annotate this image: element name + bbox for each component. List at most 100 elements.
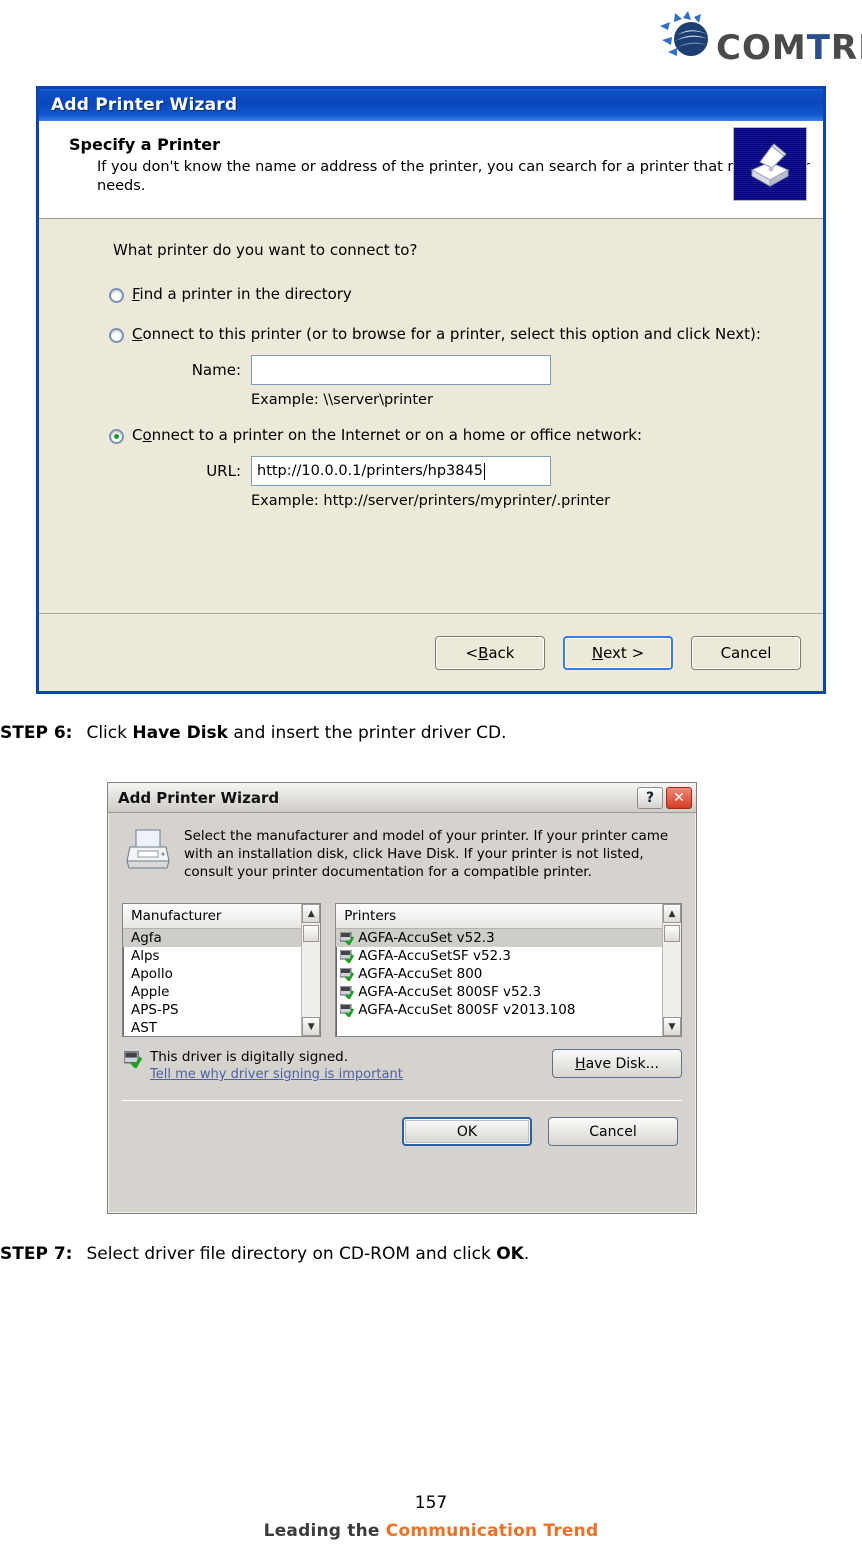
comtrend-globe-icon (660, 11, 708, 56)
have-disk-button[interactable]: Have Disk... (552, 1049, 682, 1078)
list-item[interactable]: APS-PS (123, 1001, 320, 1019)
list-item[interactable]: Apollo (123, 965, 320, 983)
list-item[interactable]: AGFA-AccuSetSF v52.3 (336, 947, 681, 965)
close-icon[interactable]: ✕ (666, 786, 692, 809)
radio-option-connect-internet[interactable]: Connect to a printer on the Internet or … (109, 426, 823, 444)
url-label: URL: (206, 462, 241, 480)
radio-label-find-directory: Find a printer in the directory (132, 285, 352, 303)
radio-button-connect-internet[interactable] (109, 429, 124, 444)
list-item-label: AGFA-AccuSet 800SF v2013.108 (358, 1002, 576, 1018)
dialog1-footer: < Back Next > Cancel (39, 613, 823, 691)
step-7-text-post: . (523, 1244, 530, 1264)
list-item[interactable]: AGFA-AccuSet 800SF v2013.108 (336, 1001, 681, 1019)
step-6-instruction: STEP 6: Click Have Disk and insert the pr… (0, 723, 507, 743)
cancel-button[interactable]: Cancel (691, 635, 801, 670)
radio-label-connect-this-printer: Connect to this printer (or to browse fo… (132, 325, 761, 343)
radio-label-connect-internet: Connect to a printer on the Internet or … (132, 426, 642, 444)
add-printer-wizard-dialog-2: Add Printer Wizard ? ✕ Select the manufa… (107, 782, 697, 1214)
radio-option-connect-this-printer[interactable]: Connect to this printer (or to browse fo… (109, 325, 823, 343)
driver-signing-link[interactable]: Tell me why driver signing is important (150, 1067, 552, 1082)
url-example-text: Example: http://server/printers/myprinte… (251, 493, 611, 509)
cancel-button[interactable]: Cancel (548, 1117, 678, 1146)
dialog2-titlebar[interactable]: Add Printer Wizard ? ✕ (108, 783, 696, 813)
driver-signing-text: This driver is digitally signed. Tell me… (150, 1049, 552, 1082)
list-item-label: AGFA-AccuSetSF v52.3 (358, 948, 512, 964)
manufacturer-column-header: Manufacturer (123, 904, 321, 929)
name-field-row: Name: (179, 355, 823, 385)
scrollbar-thumb[interactable] (664, 925, 680, 942)
dialog2-description-row: Select the manufacturer and model of you… (108, 813, 696, 887)
comtrend-logo: COMTREND (620, 4, 862, 70)
url-field-row: URL: http://10.0.0.1/printers/hp3845 (179, 456, 823, 486)
step-6-label: STEP 6: (0, 723, 73, 743)
page-number: 157 (414, 1493, 448, 1513)
signed-driver-icon (340, 949, 355, 963)
manufacturer-items: Agfa Alps Apollo Apple APS-PS AST (123, 929, 321, 1037)
list-item[interactable]: Agfa (123, 929, 321, 947)
list-item[interactable]: AST (123, 1019, 320, 1037)
dialog1-header-title: Specify a Printer (69, 135, 221, 154)
step-7-label: STEP 7: (0, 1244, 73, 1264)
tagline-part2: Communication (385, 1521, 544, 1541)
printers-listbox[interactable]: Printers AGFA-AccuSet v52.3 AGFA-AccuSet… (335, 903, 682, 1037)
driver-signing-row: This driver is digitally signed. Tell me… (108, 1037, 696, 1082)
dialog1-header: Specify a Printer If you don't know the … (39, 121, 823, 219)
printers-scrollbar[interactable]: ▲ ▼ (662, 904, 681, 1036)
help-button[interactable]: ? (637, 786, 663, 809)
radio-button-find-directory[interactable] (109, 288, 124, 303)
footer-tagline: Leading the Communication Trend (0, 1521, 862, 1541)
connect-question: What printer do you want to connect to? (113, 241, 418, 259)
dialog1-body: What printer do you want to connect to? … (39, 219, 823, 691)
printer-icon (126, 829, 170, 869)
printer-glyph-icon (750, 143, 790, 187)
dialog2-title: Add Printer Wizard (118, 788, 280, 807)
name-example-text: Example: \\server\printer (251, 392, 433, 408)
list-item[interactable]: Apple (123, 983, 320, 1001)
signed-driver-icon (340, 967, 355, 981)
list-item-label: AGFA-AccuSet 800 (358, 966, 483, 982)
step-7-text-pre: Select driver file directory on CD-ROM a… (86, 1244, 497, 1264)
printer-icon (733, 127, 807, 201)
tagline-part1: Leading the (263, 1521, 386, 1541)
list-item[interactable]: AGFA-AccuSet 800SF v52.3 (336, 983, 681, 1001)
list-item[interactable]: AGFA-AccuSet v52.3 (336, 929, 681, 947)
scroll-up-icon[interactable]: ▲ (663, 904, 681, 923)
printers-items: AGFA-AccuSet v52.3 AGFA-AccuSetSF v52.3 … (336, 929, 681, 1019)
signed-driver-icon (124, 1051, 142, 1068)
radio-button-connect-this-printer[interactable] (109, 328, 124, 343)
list-item-label: AGFA-AccuSet 800SF v52.3 (358, 984, 542, 1000)
scroll-down-icon[interactable]: ▼ (663, 1017, 681, 1036)
comtrend-wordmark: COMTREND (716, 28, 862, 68)
selection-lists: Manufacturer Agfa Alps Apollo Apple APS-… (108, 903, 696, 1037)
scroll-up-icon[interactable]: ▲ (302, 904, 321, 923)
dialog2-footer: OK Cancel (108, 1101, 696, 1146)
name-input[interactable] (251, 355, 551, 385)
dialog1-header-text: If you don't know the name or address of… (97, 159, 810, 194)
text-caret (483, 462, 485, 480)
scroll-down-icon[interactable]: ▼ (302, 1017, 321, 1036)
list-item[interactable]: Alps (123, 947, 320, 965)
radio-option-find-directory[interactable]: Find a printer in the directory (109, 285, 823, 303)
manufacturer-scrollbar[interactable]: ▲ ▼ (301, 904, 321, 1036)
list-item-label: AGFA-AccuSet v52.3 (358, 930, 495, 946)
url-input[interactable]: http://10.0.0.1/printers/hp3845 (251, 456, 551, 486)
name-label: Name: (191, 361, 241, 379)
tagline-part3: Trend (543, 1521, 599, 1541)
driver-signed-message: This driver is digitally signed. (150, 1049, 349, 1065)
manufacturer-listbox[interactable]: Manufacturer Agfa Alps Apollo Apple APS-… (122, 903, 322, 1037)
step-6-text-post: and insert the printer driver CD. (227, 723, 507, 743)
signed-driver-icon (340, 1003, 355, 1017)
add-printer-wizard-dialog-1: Add Printer Wizard Specify a Printer If … (36, 86, 826, 694)
step-7-bold: OK (496, 1244, 524, 1264)
dialog2-description: Select the manufacturer and model of you… (184, 828, 669, 880)
dialog1-title: Add Printer Wizard (51, 95, 238, 115)
scrollbar-thumb[interactable] (303, 925, 320, 942)
back-button[interactable]: < Back (435, 635, 545, 670)
step-6-text-pre: Click (86, 723, 133, 743)
step-7-instruction: STEP 7: Select driver file directory on C… (0, 1244, 529, 1264)
dialog1-titlebar[interactable]: Add Printer Wizard (39, 89, 823, 121)
signed-driver-icon (340, 931, 355, 945)
list-item[interactable]: AGFA-AccuSet 800 (336, 965, 681, 983)
ok-button[interactable]: OK (402, 1117, 532, 1146)
next-button[interactable]: Next > (563, 635, 673, 670)
